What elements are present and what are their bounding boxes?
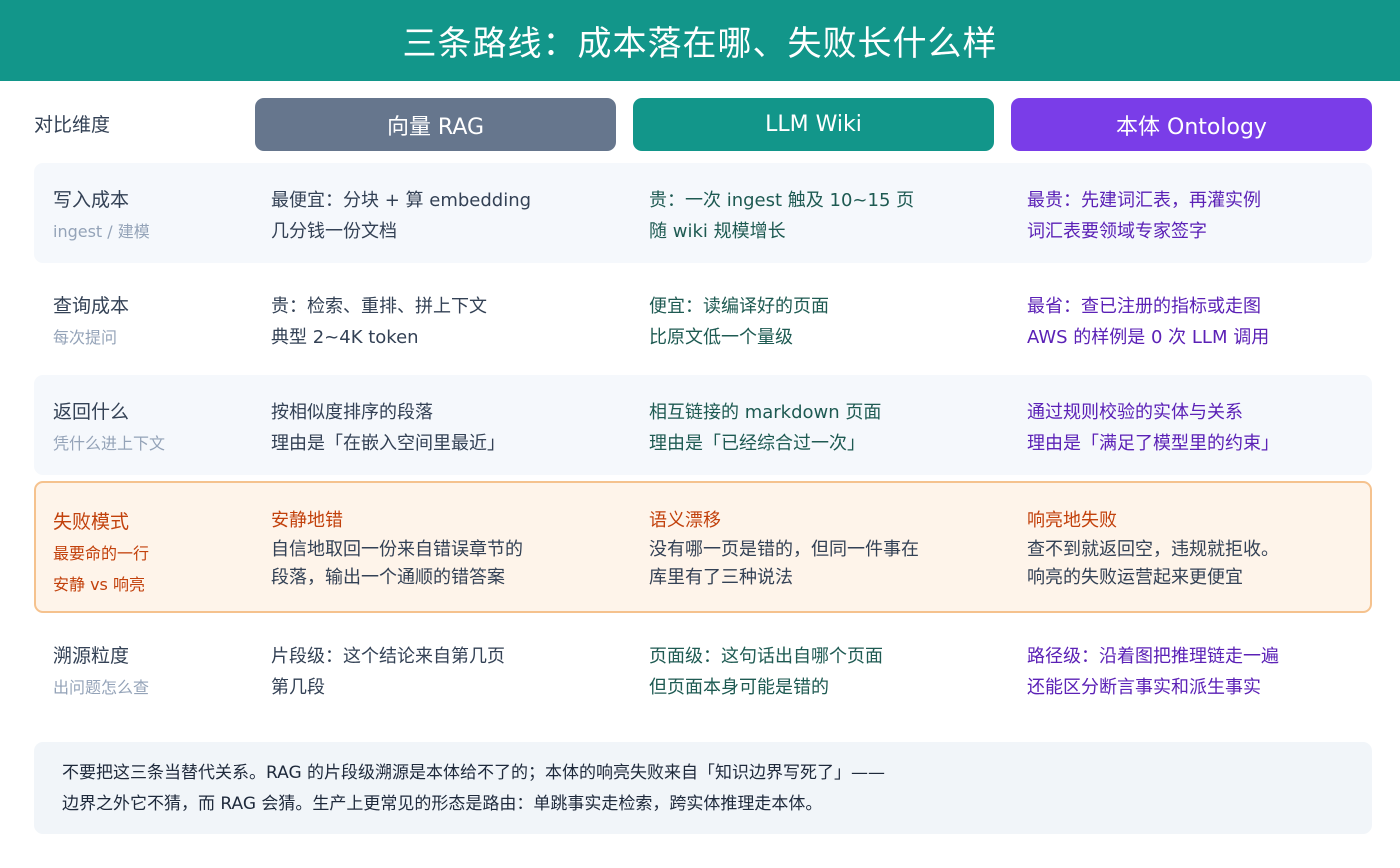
cell-line: 最便宜：分块 + 算 embedding	[271, 190, 532, 211]
cell-rag: 片段级：这个结论来自第几页 第几段	[271, 641, 505, 703]
cell-llm-wiki: 语义漂移 没有哪一页是错的，但同一件事在 库里有了三种说法	[649, 505, 919, 592]
cell-line: 还能区分断言事实和派生事实	[1027, 677, 1261, 698]
cell-line: 几分钱一份文档	[271, 221, 397, 242]
failure-title: 响亮地失败	[1027, 510, 1117, 531]
dimension-header-label: 对比维度	[34, 114, 111, 136]
footnote-box: 不要把这三条当替代关系。RAG 的片段级溯源是本体给不了的；本体的响亮失败来自「…	[34, 742, 1372, 834]
dimension-subtitle: 最要命的一行	[53, 544, 150, 563]
column-header-llm-wiki: LLM Wiki	[633, 98, 994, 151]
cell-line: 通过规则校验的实体与关系	[1027, 402, 1243, 423]
cell-line: 相互链接的 markdown 页面	[649, 402, 882, 423]
cell-line: 库里有了三种说法	[649, 567, 793, 588]
cell-line: 段落，输出一个通顺的错答案	[271, 567, 505, 588]
row-what-returned: 返回什么 凭什么进上下文 按相似度排序的段落 理由是「在嵌入空间里最近」 相互链…	[34, 375, 1372, 475]
dimension-title: 失败模式	[53, 511, 130, 533]
cell-line: 最贵：先建词汇表，再灌实例	[1027, 190, 1261, 211]
row-dimension: 失败模式 最要命的一行 安静 vs 响亮	[53, 507, 149, 600]
row-dimension: 查询成本 每次提问	[53, 291, 129, 353]
cell-rag: 按相似度排序的段落 理由是「在嵌入空间里最近」	[271, 397, 505, 459]
cell-line: 查不到就返回空，违规就拒收。	[1027, 539, 1279, 560]
cell-line: 响亮的失败运营起来更便宜	[1027, 567, 1243, 588]
cell-line: 最省：查已注册的指标或走图	[1027, 296, 1261, 317]
dimension-title: 溯源粒度	[53, 645, 130, 667]
cell-line: 没有哪一页是错的，但同一件事在	[649, 539, 919, 560]
dimension-title: 查询成本	[53, 295, 130, 317]
cell-line: 理由是「已经综合过一次」	[649, 433, 865, 454]
dimension-subtitle: 安静 vs 响亮	[53, 575, 145, 594]
cell-llm-wiki: 页面级：这句话出自哪个页面 但页面本身可能是错的	[649, 641, 883, 703]
cell-line: 典型 2~4K token	[271, 327, 419, 348]
cell-line: 理由是「在嵌入空间里最近」	[271, 433, 505, 454]
dimension-subtitle: 每次提问	[53, 328, 118, 347]
title-banner: 三条路线：成本落在哪、失败长什么样	[0, 0, 1400, 81]
failure-title: 安静地错	[271, 510, 343, 531]
cell-line: 随 wiki 规模增长	[649, 221, 786, 242]
cell-ontology: 最省：查已注册的指标或走图 AWS 的样例是 0 次 LLM 调用	[1027, 291, 1269, 353]
cell-ontology: 最贵：先建词汇表，再灌实例 词汇表要领域专家签字	[1027, 185, 1261, 247]
dimension-subtitle: 出问题怎么查	[53, 678, 150, 697]
row-query-cost: 查询成本 每次提问 贵：检索、重排、拼上下文 典型 2~4K token 便宜：…	[34, 269, 1372, 369]
row-traceability: 溯源粒度 出问题怎么查 片段级：这个结论来自第几页 第几段 页面级：这句话出自哪…	[34, 619, 1372, 719]
dimension-subtitle: ingest / 建模	[53, 222, 150, 241]
cell-rag: 贵：检索、重排、拼上下文 典型 2~4K token	[271, 291, 487, 353]
column-header-rag: 向量 RAG	[255, 98, 616, 151]
cell-line: 第几段	[271, 677, 325, 698]
cell-line: AWS 的样例是 0 次 LLM 调用	[1027, 327, 1270, 348]
footnote-line: 不要把这三条当替代关系。RAG 的片段级溯源是本体给不了的；本体的响亮失败来自「…	[62, 763, 886, 783]
cell-line: 便宜：读编译好的页面	[649, 296, 829, 317]
cell-llm-wiki: 贵：一次 ingest 触及 10~15 页 随 wiki 规模增长	[649, 185, 914, 247]
page-title: 三条路线：成本落在哪、失败长什么样	[402, 24, 998, 64]
failure-title: 语义漂移	[649, 510, 721, 531]
row-failure-mode: 失败模式 最要命的一行 安静 vs 响亮 安静地错 自信地取回一份来自错误章节的…	[34, 481, 1372, 613]
row-dimension: 写入成本 ingest / 建模	[53, 185, 150, 247]
cell-line: 自信地取回一份来自错误章节的	[271, 539, 523, 560]
cell-line: 贵：一次 ingest 触及 10~15 页	[649, 190, 915, 211]
cell-rag: 最便宜：分块 + 算 embedding 几分钱一份文档	[271, 185, 531, 247]
cell-line: 但页面本身可能是错的	[649, 677, 829, 698]
cell-ontology: 响亮地失败 查不到就返回空，违规就拒收。 响亮的失败运营起来更便宜	[1027, 505, 1279, 592]
cell-line: 比原文低一个量级	[649, 327, 793, 348]
dimension-title: 写入成本	[53, 189, 130, 211]
dimension-title: 返回什么	[53, 401, 130, 423]
row-write-cost: 写入成本 ingest / 建模 最便宜：分块 + 算 embedding 几分…	[34, 163, 1372, 263]
row-dimension: 返回什么 凭什么进上下文	[53, 397, 165, 459]
cell-ontology: 通过规则校验的实体与关系 理由是「满足了模型里的约束」	[1027, 397, 1279, 459]
cell-line: 理由是「满足了模型里的约束」	[1027, 433, 1279, 454]
cell-line: 贵：检索、重排、拼上下文	[271, 296, 487, 317]
cell-line: 按相似度排序的段落	[271, 402, 433, 423]
cell-line: 词汇表要领域专家签字	[1027, 221, 1207, 242]
column-header-ontology: 本体 Ontology	[1011, 98, 1372, 151]
row-dimension: 溯源粒度 出问题怎么查	[53, 641, 149, 703]
dimension-subtitle: 凭什么进上下文	[53, 434, 166, 453]
cell-rag: 安静地错 自信地取回一份来自错误章节的 段落，输出一个通顺的错答案	[271, 505, 523, 592]
footnote-line: 边界之外它不猜，而 RAG 会猜。生产上更常见的形态是路由：单跳事实走检索，跨实…	[62, 794, 823, 814]
cell-line: 路径级：沿着图把推理链走一遍	[1027, 646, 1279, 667]
cell-line: 页面级：这句话出自哪个页面	[649, 646, 883, 667]
cell-llm-wiki: 相互链接的 markdown 页面 理由是「已经综合过一次」	[649, 397, 881, 459]
cell-ontology: 路径级：沿着图把推理链走一遍 还能区分断言事实和派生事实	[1027, 641, 1279, 703]
cell-llm-wiki: 便宜：读编译好的页面 比原文低一个量级	[649, 291, 829, 353]
cell-line: 片段级：这个结论来自第几页	[271, 646, 505, 667]
